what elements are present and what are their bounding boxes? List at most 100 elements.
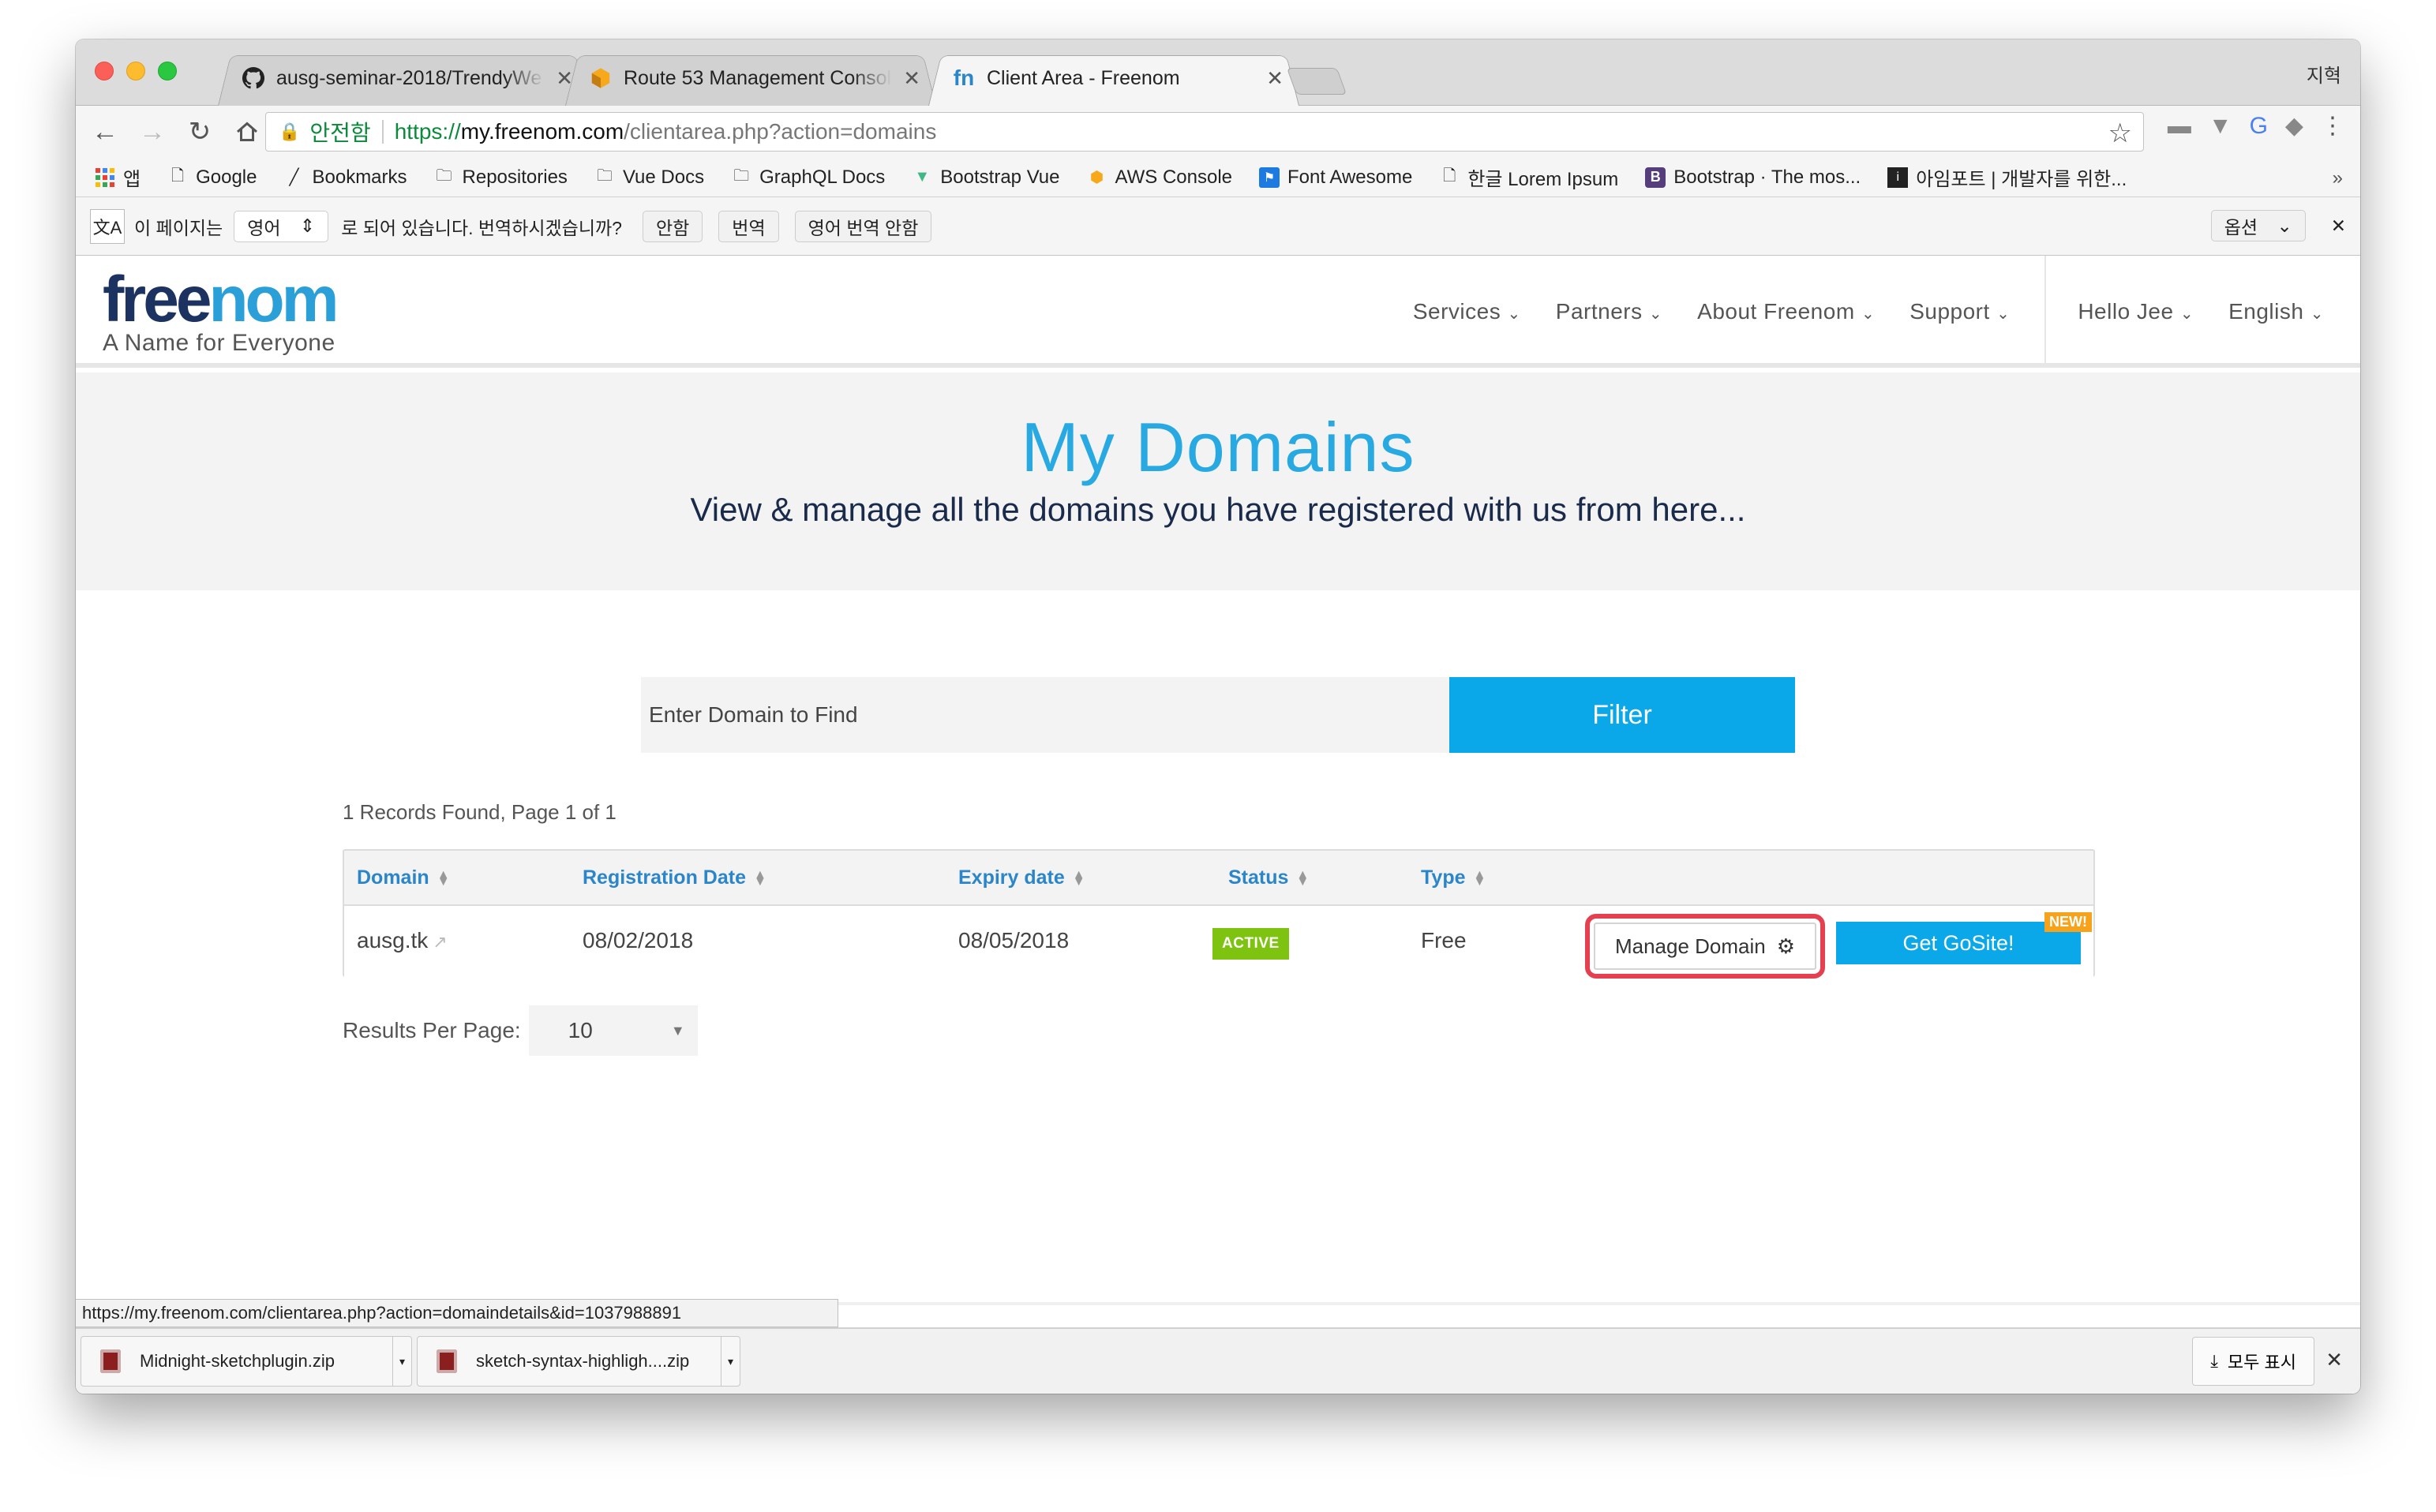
profile-name[interactable]: 지혁 (2307, 60, 2341, 88)
bookmark-graphql-docs[interactable]: 🗀 GraphQL Docs (731, 167, 885, 189)
sort-icon: ▲ ▼ (1473, 867, 1486, 889)
language-select[interactable]: 영어 ⇕ (234, 210, 329, 242)
col-expiry[interactable]: Expiry date ▲ ▼ (958, 866, 1085, 889)
bookmark-apps[interactable]: 앱 (95, 163, 141, 191)
vue-devtools-icon[interactable]: ▼ (2209, 113, 2232, 140)
translate-suffix: 로 되어 있습니다. 번역하시겠습니까? (341, 217, 622, 238)
url-host: my.freenom.com (460, 119, 624, 144)
forward-button[interactable]: → (134, 114, 171, 150)
arrow-right-icon: → (139, 116, 166, 147)
tab-github[interactable]: ausg-seminar-2018/TrendyWe ✕ (218, 51, 589, 106)
bookmark-google[interactable]: 🗋 Google (167, 167, 257, 189)
browser-window: ausg-seminar-2018/TrendyWe ✕ Route 53 Ma… (76, 39, 2360, 1394)
bookmark-repositories[interactable]: 🗀 Repositories (434, 167, 568, 189)
tab-route53[interactable]: Route 53 Management Consol ✕ (565, 51, 936, 106)
download-menu-icon[interactable]: ▾ (392, 1337, 411, 1386)
close-tab-icon[interactable]: ✕ (903, 66, 920, 91)
new-tab-button[interactable] (1286, 68, 1347, 95)
col-registration[interactable]: Registration Date ▲ ▼ (583, 866, 766, 889)
close-downloads-icon[interactable]: ✕ (2325, 1348, 2343, 1372)
archive-file-icon (100, 1349, 121, 1373)
cast-icon[interactable]: ▬ (2168, 113, 2191, 140)
show-all-label: 모두 표시 (2227, 1353, 2296, 1372)
iamport-icon: i (1887, 167, 1909, 188)
domain-cell[interactable]: ausg.tk ↗ (357, 928, 448, 953)
download-icon: ⤓ (2210, 1351, 2218, 1371)
col-status[interactable]: Status ▲ ▼ (1228, 866, 1309, 889)
sort-icon: ▲ ▼ (437, 867, 450, 889)
home-button[interactable] (229, 114, 265, 150)
address-bar[interactable]: 🔒 안전함 https:// my.freenom.com /clientare… (265, 112, 2144, 152)
google-translate-icon[interactable]: G (2250, 113, 2268, 140)
domain-search-input[interactable] (641, 677, 1449, 753)
download-item[interactable]: sketch-syntax-highligh....zip ▾ (417, 1336, 740, 1387)
nav-support[interactable]: Support ⌄ (1909, 299, 2010, 324)
translate-options-select[interactable]: 옵션 ⌄ (2210, 210, 2306, 241)
nav-partners[interactable]: Partners ⌄ (1556, 299, 1662, 324)
bookmark-bootstrap-vue[interactable]: ▼ Bootstrap Vue (912, 167, 1059, 189)
never-translate-button[interactable]: 영어 번역 안함 (794, 210, 932, 242)
minimize-window-button[interactable] (126, 62, 145, 80)
tab-freenom[interactable]: fn Client Area - Freenom ✕ (928, 51, 1299, 106)
caret-down-icon: ▼ (670, 1022, 685, 1039)
menu-kebab-icon[interactable]: ⋮ (2321, 112, 2344, 140)
download-item[interactable]: Midnight-sketchplugin.zip ▾ (81, 1336, 412, 1387)
bookmark-label: 앱 (123, 169, 141, 190)
logo-tagline: A Name for Everyone (103, 330, 335, 356)
bookmark-star-icon[interactable]: ☆ (2108, 118, 2132, 149)
download-filename: sketch-syntax-highligh....zip (476, 1351, 690, 1371)
header-label: Status (1228, 866, 1289, 889)
bookmark-vue-docs[interactable]: 🗀 Vue Docs (594, 167, 704, 189)
bookmark-iamport[interactable]: i 아임포트 | 개발자를 위한... (1887, 163, 2127, 191)
manage-domain-button[interactable]: Manage Domain ⚙ (1594, 923, 1816, 970)
more-bookmarks-icon[interactable]: » (2333, 167, 2343, 189)
reload-button[interactable]: ↻ (182, 114, 218, 150)
bookmark-bookmarks[interactable]: ╱ Bookmarks (283, 167, 407, 189)
close-window-button[interactable] (95, 62, 114, 80)
close-tab-icon[interactable]: ✕ (1266, 66, 1284, 91)
translate-bar: 文A 이 페이지는 영어 ⇕ 로 되어 있습니다. 번역하시겠습니까? 안함 번… (76, 197, 2360, 256)
aws-icon (589, 66, 613, 90)
show-all-downloads-button[interactable]: ⤓ 모두 표시 (2192, 1337, 2314, 1386)
freenom-logo[interactable]: freenom A Name for Everyone (103, 267, 339, 357)
options-label: 옵션 (2224, 217, 2258, 238)
sort-icon: ▲ ▼ (1296, 867, 1310, 889)
col-type[interactable]: Type ▲ ▼ (1421, 866, 1486, 889)
close-translate-icon[interactable]: ✕ (2331, 215, 2346, 237)
results-per-page-select[interactable]: 10 ▼ (528, 1005, 698, 1056)
nav-label: Hello Jee (2078, 299, 2174, 324)
bookmark-aws-console[interactable]: ⬢ AWS Console (1087, 167, 1232, 189)
close-tab-icon[interactable]: ✕ (556, 66, 573, 91)
dropbox-icon[interactable]: ◆ (2285, 112, 2303, 140)
bootstrap-icon: B (1645, 167, 1666, 188)
translate-prefix: 이 페이지는 (134, 217, 223, 238)
github-icon (242, 66, 265, 90)
download-filename: Midnight-sketchplugin.zip (140, 1351, 335, 1371)
reload-icon: ↻ (188, 117, 212, 147)
no-translate-button[interactable]: 안함 (642, 210, 703, 242)
nav-about[interactable]: About Freenom ⌄ (1697, 299, 1875, 324)
nav-user[interactable]: Hello Jee ⌄ (2078, 299, 2194, 324)
vue-icon: ▼ (914, 168, 931, 185)
chevron-down-icon: ⌄ (1648, 305, 1663, 323)
bookmark-lorem-ipsum[interactable]: 🗋 한글 Lorem Ipsum (1439, 163, 1618, 191)
chevron-down-icon: ⌄ (2179, 305, 2194, 323)
download-menu-icon[interactable]: ▾ (721, 1337, 740, 1386)
lock-icon: 🔒 (279, 122, 301, 141)
chevron-down-icon: ⌄ (2277, 215, 2292, 236)
bookmark-bootstrap[interactable]: B Bootstrap · The mos... (1645, 167, 1861, 189)
domains-table: Domain ▲ ▼ Registration Date ▲ ▼ Expiry date… (343, 849, 2095, 979)
maximize-window-button[interactable] (158, 62, 177, 80)
tab-label: Client Area - Freenom (987, 66, 1180, 89)
site-nav: Services ⌄ Partners ⌄ About Freenom ⌄ Su… (1413, 256, 2360, 368)
col-domain[interactable]: Domain ▲ ▼ (357, 866, 450, 889)
table-header: Domain ▲ ▼ Registration Date ▲ ▼ Expiry date… (344, 851, 2093, 906)
external-link-icon[interactable]: ↗ (433, 932, 447, 952)
filter-button[interactable]: Filter (1449, 677, 1795, 753)
nav-services[interactable]: Services ⌄ (1413, 299, 1521, 324)
bookmark-font-awesome[interactable]: ⚑ Font Awesome (1259, 167, 1412, 189)
back-button[interactable]: ← (87, 114, 123, 150)
nav-language[interactable]: English ⌄ (2228, 299, 2324, 324)
translate-button[interactable]: 번역 (718, 210, 779, 242)
page-icon: 🗋 (171, 167, 185, 185)
